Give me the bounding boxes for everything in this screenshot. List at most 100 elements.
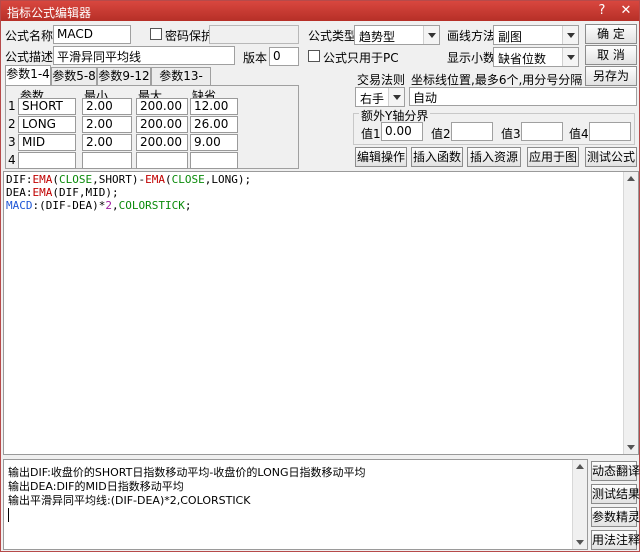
draw-value: 副图 — [498, 30, 523, 44]
code-token: EMA — [32, 186, 53, 199]
chevron-down-icon[interactable] — [562, 48, 578, 66]
decimals-select[interactable]: 缺省位数 — [493, 47, 579, 67]
code-token: ,LONG); — [204, 173, 252, 186]
param-max-cell[interactable] — [136, 152, 188, 169]
trade-rule-value: 右手 — [360, 92, 385, 106]
type-select[interactable]: 趋势型 — [354, 25, 440, 45]
row-number: 3 — [8, 135, 16, 149]
password-checkbox[interactable] — [150, 28, 162, 40]
row-number: 2 — [8, 117, 16, 131]
translation-output[interactable]: 输出DIF:收盘价的SHORT日指数移动平均-收盘价的LONG日指数移动平均 输… — [3, 459, 588, 550]
apply-to-chart-button[interactable]: 应用于图 — [527, 147, 579, 167]
close-icon[interactable]: ✕ — [615, 2, 637, 20]
version-input[interactable]: 0 — [269, 47, 299, 66]
password-input[interactable] — [209, 25, 299, 44]
param-min-cell[interactable] — [82, 152, 132, 169]
code-line: MACD:(DIF-DEA)*2,COLORSTICK; — [6, 199, 191, 212]
ok-button[interactable]: 确 定 — [585, 24, 637, 44]
code-token: (DIF,MID); — [52, 186, 119, 199]
trade-rule-select[interactable]: 右手 — [355, 87, 405, 107]
code-editor[interactable]: DIF:EMA(CLOSE,SHORT)-EMA(CLOSE,LONG); DE… — [3, 171, 639, 455]
chevron-down-icon[interactable] — [562, 26, 578, 44]
code-token: ( — [52, 173, 59, 186]
code-token: ,SHORT)- — [92, 173, 146, 186]
code-token: CLOSE — [59, 173, 93, 186]
output-scrollbar[interactable] — [572, 460, 587, 549]
value3-input[interactable] — [521, 122, 563, 141]
value2-input[interactable] — [451, 122, 493, 141]
draw-label: 画线方法 — [447, 29, 496, 43]
help-icon[interactable]: ? — [591, 2, 613, 20]
param-min-cell[interactable]: 2.00 — [82, 116, 132, 133]
param-name-cell[interactable] — [18, 152, 76, 169]
type-value: 趋势型 — [359, 30, 396, 44]
code-token: DIF: — [6, 173, 33, 186]
name-label: 公式名称 — [5, 29, 54, 43]
param-max-cell[interactable]: 200.00 — [136, 98, 188, 115]
chevron-down-icon[interactable] — [423, 26, 439, 44]
text-caret — [8, 508, 9, 522]
value1-label: 值1 — [361, 127, 381, 141]
code-token: ; — [184, 199, 192, 212]
tab-params-1-4[interactable]: 参数1-4 — [5, 65, 51, 85]
tab-params-5-8[interactable]: 参数5-8 — [51, 67, 97, 85]
code-token: COLORSTICK — [118, 199, 185, 212]
chevron-down-icon[interactable] — [388, 88, 404, 106]
axis-position-label: 坐标线位置,最多6个,用分号分隔 — [411, 73, 583, 87]
tab-params-13-16[interactable]: 参数13-16 — [151, 67, 211, 99]
param-default-cell[interactable]: 12.00 — [190, 98, 238, 115]
param-default-cell[interactable] — [190, 152, 238, 169]
editor-scrollbar[interactable] — [623, 172, 638, 454]
code-token: EMA — [32, 173, 53, 186]
param-name-cell[interactable]: MID — [18, 134, 76, 151]
scroll-up-icon[interactable] — [624, 172, 638, 186]
param-min-cell[interactable]: 2.00 — [82, 98, 132, 115]
save-as-button[interactable]: 另存为 — [585, 66, 637, 86]
code-token: MACD — [6, 199, 33, 212]
code-token: DEA: — [6, 186, 33, 199]
code-token: 2 — [105, 199, 112, 212]
test-result-button[interactable]: 测试结果 — [591, 484, 640, 504]
row-number: 4 — [8, 153, 16, 167]
param-name-cell[interactable]: SHORT — [18, 98, 76, 115]
tab-params-9-12[interactable]: 参数9-12 — [97, 67, 151, 85]
decimals-value: 缺省位数 — [498, 52, 547, 66]
edit-ops-button[interactable]: 编辑操作 — [355, 147, 407, 167]
code-token: EMA — [145, 173, 165, 186]
scroll-down-icon[interactable] — [624, 440, 638, 454]
insert-resource-button[interactable]: 插入资源 — [467, 147, 521, 167]
param-max-cell[interactable]: 200.00 — [136, 116, 188, 133]
param-min-cell[interactable]: 2.00 — [82, 134, 132, 151]
desc-input[interactable]: 平滑异同平均线 — [53, 46, 235, 65]
title-bar[interactable]: 指标公式编辑器 ? ✕ — [1, 1, 639, 21]
pc-only-checkbox[interactable] — [308, 50, 320, 62]
insert-function-button[interactable]: 插入函数 — [411, 147, 463, 167]
param-wizard-button[interactable]: 参数精灵 — [591, 507, 640, 527]
scroll-up-icon[interactable] — [573, 460, 587, 474]
type-label: 公式类型 — [308, 29, 357, 43]
usage-notes-button[interactable]: 用法注释 — [591, 530, 640, 550]
name-input[interactable]: MACD — [53, 25, 131, 44]
desc-label: 公式描述 — [5, 50, 54, 64]
scroll-down-icon[interactable] — [573, 535, 587, 549]
draw-select[interactable]: 副图 — [493, 25, 579, 45]
cancel-button[interactable]: 取 消 — [585, 45, 637, 65]
params-panel: 参数 最小 最大 缺省 1 SHORT 2.00 200.00 12.00 2 … — [5, 85, 299, 169]
code-token: :(DIF-DEA)* — [32, 199, 106, 212]
value1-input[interactable]: 0.00 — [381, 122, 423, 141]
test-formula-button[interactable]: 测试公式 — [585, 147, 637, 167]
param-default-cell[interactable]: 9.00 — [190, 134, 238, 151]
version-label: 版本 — [243, 51, 268, 65]
param-name-cell[interactable]: LONG — [18, 116, 76, 133]
param-default-cell[interactable]: 26.00 — [190, 116, 238, 133]
code-line: DIF:EMA(CLOSE,SHORT)-EMA(CLOSE,LONG); — [6, 173, 251, 186]
param-max-cell[interactable]: 200.00 — [136, 134, 188, 151]
axis-position-input[interactable]: 自动 — [409, 87, 637, 106]
value4-label: 值4 — [569, 127, 589, 141]
code-token: CLOSE — [171, 173, 205, 186]
value4-input[interactable] — [589, 122, 631, 141]
formula-editor-window: 指标公式编辑器 ? ✕ 公式名称 MACD 密码保护 公式类型 趋势型 画线方法… — [0, 0, 640, 552]
dynamic-translate-button[interactable]: 动态翻译 — [591, 461, 640, 481]
value3-label: 值3 — [501, 127, 521, 141]
code-line: DEA:EMA(DIF,MID); — [6, 186, 119, 199]
